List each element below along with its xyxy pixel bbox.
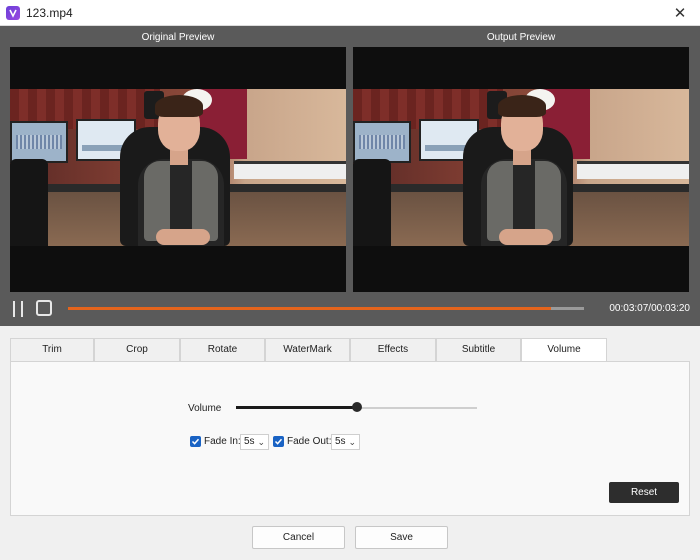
volume-slider-thumb[interactable] xyxy=(351,402,362,412)
fade-out-select[interactable]: 5s ⌄ xyxy=(331,434,360,450)
fade-in-checkbox[interactable] xyxy=(190,436,201,447)
app-logo-icon xyxy=(6,6,20,20)
tab-watermark[interactable]: WaterMark xyxy=(265,338,350,361)
fade-in-label: Fade In: xyxy=(204,436,241,447)
checkmark-icon xyxy=(191,438,200,445)
tab-trim[interactable]: Trim xyxy=(10,338,94,361)
volume-slider-fill xyxy=(236,406,357,409)
volume-slider[interactable] xyxy=(236,402,477,412)
tab-subtitle[interactable]: Subtitle xyxy=(436,338,521,361)
fade-out-checkbox[interactable] xyxy=(273,436,284,447)
video-frame-image xyxy=(353,89,689,246)
fade-in-value: 5s xyxy=(244,436,255,447)
tab-crop[interactable]: Crop xyxy=(94,338,180,361)
original-preview-video xyxy=(10,47,346,292)
reset-button[interactable]: Reset xyxy=(609,482,679,503)
fade-out-value: 5s xyxy=(335,436,346,447)
original-preview-label: Original Preview xyxy=(141,32,215,43)
window-title: 123.mp4 xyxy=(26,6,73,20)
tab-rotate[interactable]: Rotate xyxy=(180,338,265,361)
cancel-button[interactable]: Cancel xyxy=(252,526,345,549)
tab-volume[interactable]: Volume xyxy=(521,338,607,362)
video-frame-image xyxy=(10,89,346,246)
stop-button[interactable] xyxy=(36,300,52,316)
close-icon: ✕ xyxy=(673,5,687,22)
output-preview-label: Output Preview xyxy=(486,32,556,43)
preview-area: Original Preview Output Preview xyxy=(0,26,700,326)
save-button[interactable]: Save xyxy=(355,526,448,549)
volume-label: Volume xyxy=(188,403,222,414)
tab-effects[interactable]: Effects xyxy=(350,338,436,361)
checkmark-icon xyxy=(274,438,283,445)
output-preview-video xyxy=(353,47,689,292)
fade-in-select[interactable]: 5s ⌄ xyxy=(240,434,269,450)
seek-bar[interactable] xyxy=(68,307,584,310)
chevron-down-icon: ⌄ xyxy=(348,437,356,447)
close-window-button[interactable]: ✕ xyxy=(660,0,700,26)
fade-out-label: Fade Out: xyxy=(287,436,332,447)
chevron-down-icon: ⌄ xyxy=(257,437,265,447)
pause-button[interactable] xyxy=(12,301,24,317)
edit-tabs: Trim Crop Rotate WaterMark Effects Subti… xyxy=(10,338,690,362)
seek-bar-progress xyxy=(68,307,551,310)
time-readout: 00:03:07/00:03:20 xyxy=(609,303,690,314)
title-bar: 123.mp4 ✕ xyxy=(0,0,700,26)
